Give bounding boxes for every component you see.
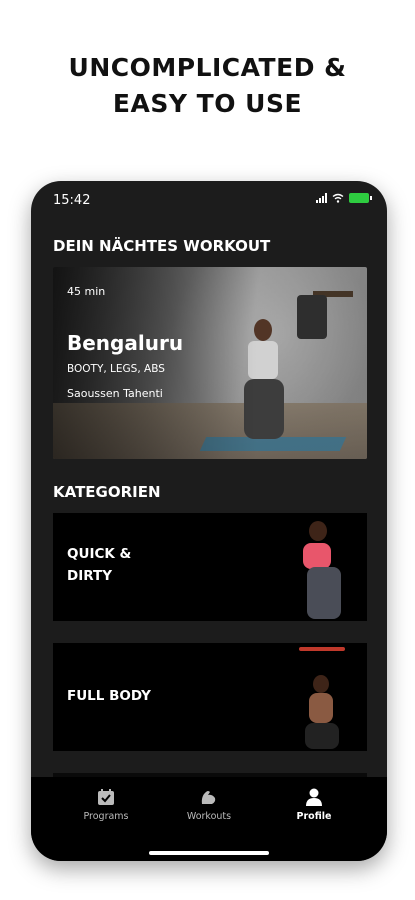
tab-workouts[interactable]: Workouts <box>164 787 254 822</box>
category-card-quick-dirty[interactable]: QUICK & DIRTY <box>53 513 367 621</box>
person-icon <box>306 788 322 806</box>
status-time: 15:42 <box>53 193 91 208</box>
tab-label: Programs <box>83 811 129 822</box>
workout-title: Bengaluru <box>67 331 184 355</box>
workout-trainer: Saoussen Tahenti <box>67 387 163 400</box>
home-indicator[interactable] <box>149 851 269 855</box>
tab-label: Workouts <box>186 811 232 822</box>
headline-line-2: EASY TO USE <box>112 89 303 118</box>
phone-screen: 15:42 DEIN NÄCHTES WORKOUT 45 min Bengal… <box>31 181 387 861</box>
next-workout-card[interactable]: 45 min Bengaluru BOOTY, LEGS, ABS Saouss… <box>53 267 367 459</box>
headline-line-1: UNCOMPLICATED & <box>68 53 347 82</box>
bicep-icon <box>201 791 216 804</box>
category-photo <box>289 647 359 751</box>
category-label: QUICK & <box>67 546 132 562</box>
category-photo <box>285 521 355 621</box>
tab-bar: Programs Workouts Profile <box>31 777 387 861</box>
wifi-icon <box>332 193 344 203</box>
category-label: FULL BODY <box>67 688 151 704</box>
category-label-line2: DIRTY <box>67 568 113 584</box>
battery-icon <box>349 193 372 203</box>
category-card-full-body[interactable]: FULL BODY <box>53 643 367 751</box>
categories-heading: KATEGORIEN <box>53 483 161 501</box>
calendar-icon <box>98 789 114 805</box>
workout-duration: 45 min <box>67 285 106 298</box>
marketing-headline: UNCOMPLICATED & EASY TO USE <box>0 50 415 122</box>
workout-tags: BOOTY, LEGS, ABS <box>67 363 165 375</box>
tab-programs[interactable]: Programs <box>61 787 151 822</box>
status-bar: 15:42 <box>31 181 387 219</box>
signal-icon <box>316 193 327 203</box>
tab-profile[interactable]: Profile <box>269 787 359 822</box>
tab-label: Profile <box>296 811 332 822</box>
next-workout-heading: DEIN NÄCHTES WORKOUT <box>53 237 271 255</box>
